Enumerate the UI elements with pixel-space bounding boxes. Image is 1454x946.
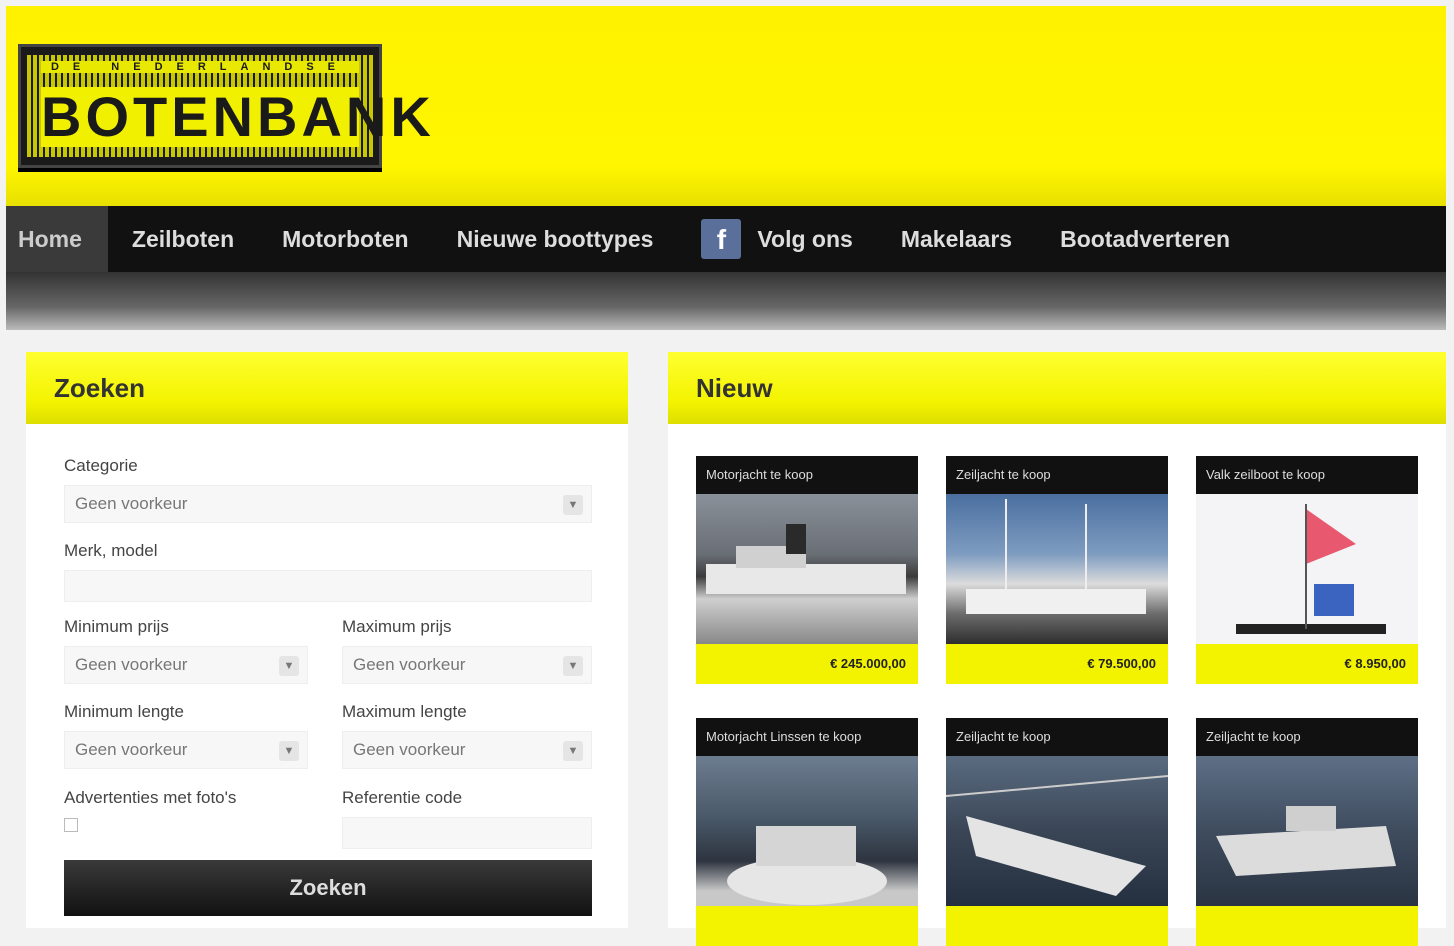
search-panel: Zoeken Categorie Geen voorkeur ▼ Merk, m… bbox=[26, 352, 628, 928]
news-panel: Nieuw Motorjacht te koop € 245.000,00 Ze… bbox=[668, 352, 1446, 946]
boat-photo bbox=[696, 756, 918, 906]
max-price-label: Maximum prijs bbox=[342, 617, 452, 636]
boat-card-title: Zeiljacht te koop bbox=[1196, 718, 1418, 756]
chevron-down-icon: ▼ bbox=[563, 741, 583, 761]
min-length-select[interactable]: Geen voorkeur ▼ bbox=[64, 731, 308, 769]
news-panel-title: Nieuw bbox=[668, 352, 1446, 424]
boat-card[interactable]: Motorjacht te koop € 245.000,00 bbox=[696, 456, 918, 684]
logo-wordmark: BOTENBANK bbox=[41, 85, 435, 148]
nav-shadow-strip bbox=[6, 272, 1446, 330]
chevron-down-icon: ▼ bbox=[279, 741, 299, 761]
min-price-select[interactable]: Geen voorkeur ▼ bbox=[64, 646, 308, 684]
boat-card[interactable]: Zeiljacht te koop bbox=[1196, 718, 1418, 946]
nav-volg-ons-label: Volg ons bbox=[757, 226, 853, 252]
category-label: Categorie bbox=[64, 456, 138, 475]
chevron-down-icon: ▼ bbox=[563, 495, 583, 515]
chevron-down-icon: ▼ bbox=[279, 656, 299, 676]
boat-card-title: Valk zeilboot te koop bbox=[1196, 456, 1418, 494]
max-length-label: Maximum lengte bbox=[342, 702, 467, 721]
min-price-label: Minimum prijs bbox=[64, 617, 169, 636]
boat-card[interactable]: Valk zeilboot te koop € 8.950,00 bbox=[1196, 456, 1418, 684]
boat-card-title: Zeiljacht te koop bbox=[946, 718, 1168, 756]
boat-photo bbox=[946, 756, 1168, 906]
nav-zeilboten[interactable]: Zeilboten bbox=[108, 206, 258, 272]
logo-tagline: DE NEDERLANDSE bbox=[41, 61, 359, 73]
boat-card-title: Motorjacht te koop bbox=[696, 456, 918, 494]
min-length-label: Minimum lengte bbox=[64, 702, 184, 721]
chevron-down-icon: ▼ bbox=[563, 656, 583, 676]
nav-makelaars[interactable]: Makelaars bbox=[877, 206, 1036, 272]
site-logo[interactable]: DE NEDERLANDSE BOTENBANK bbox=[18, 44, 435, 168]
boat-photo bbox=[1196, 494, 1418, 644]
max-price-select[interactable]: Geen voorkeur ▼ bbox=[342, 646, 592, 684]
motor-yacht-image bbox=[706, 524, 906, 594]
sailboat-image bbox=[1236, 504, 1386, 634]
keyword-input[interactable] bbox=[64, 570, 592, 602]
sailboat-image bbox=[946, 775, 1168, 896]
boat-card-price: € 8.950,00 bbox=[1196, 644, 1418, 684]
boat-photo bbox=[1196, 756, 1418, 906]
nav-nieuwe-boottypes[interactable]: Nieuwe boottypes bbox=[433, 206, 678, 272]
facebook-icon: f bbox=[701, 219, 742, 259]
boat-card-title: Motorjacht Linssen te koop bbox=[696, 718, 918, 756]
boat-photo bbox=[696, 494, 918, 644]
category-select[interactable]: Geen voorkeur ▼ bbox=[64, 485, 592, 523]
nav-home[interactable]: Home bbox=[6, 206, 108, 272]
only-photos-label: Advertenties met foto's bbox=[64, 788, 237, 807]
sailboat-image bbox=[1216, 806, 1396, 876]
reference-input[interactable] bbox=[342, 817, 592, 849]
motor-yacht-image bbox=[727, 826, 887, 905]
search-panel-title: Zoeken bbox=[26, 352, 628, 424]
site-header: DE NEDERLANDSE BOTENBANK bbox=[6, 6, 1446, 206]
only-photos-checkbox[interactable] bbox=[64, 818, 78, 832]
boat-card-title: Zeiljacht te koop bbox=[946, 456, 1168, 494]
keyword-label: Merk, model bbox=[64, 541, 158, 560]
boat-card-price bbox=[946, 906, 1168, 946]
boat-card[interactable]: Zeiljacht te koop € 79.500,00 bbox=[946, 456, 1168, 684]
boat-card-price bbox=[1196, 906, 1418, 946]
nav-motorboten[interactable]: Motorboten bbox=[258, 206, 432, 272]
boat-photo bbox=[946, 494, 1168, 644]
reference-label: Referentie code bbox=[342, 788, 463, 807]
main-nav: Home Zeilboten Motorboten Nieuwe boottyp… bbox=[6, 206, 1446, 272]
nav-volg-ons[interactable]: f Volg ons bbox=[677, 206, 876, 272]
nav-bootadverteren[interactable]: Bootadverteren bbox=[1036, 206, 1254, 272]
boat-card-price: € 79.500,00 bbox=[946, 644, 1168, 684]
search-button[interactable]: Zoeken bbox=[64, 860, 592, 916]
boat-card-price: € 245.000,00 bbox=[696, 644, 918, 684]
sailboat-image bbox=[966, 499, 1146, 614]
boat-card-price bbox=[696, 906, 918, 946]
max-length-select[interactable]: Geen voorkeur ▼ bbox=[342, 731, 592, 769]
boat-card[interactable]: Zeiljacht te koop bbox=[946, 718, 1168, 946]
boat-card[interactable]: Motorjacht Linssen te koop bbox=[696, 718, 918, 946]
